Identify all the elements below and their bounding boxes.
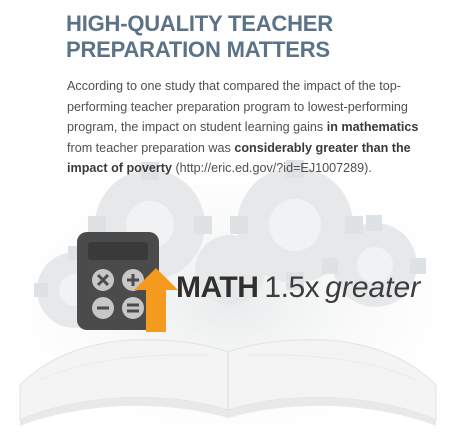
gears-icon	[0, 150, 452, 430]
open-book-icon	[19, 339, 437, 426]
stat-multiplier: 1.5x	[264, 271, 320, 304]
stat-subject: MATH	[176, 271, 259, 304]
paragraph-part-3: (http://eric.ed.gov/?id=EJ1007289).	[171, 161, 372, 175]
title-line-2: PREPARATION MATTERS	[66, 37, 330, 62]
paragraph-part-2: from teacher preparation was	[67, 140, 235, 155]
study-paragraph: According to one study that compared the…	[67, 76, 435, 179]
math-stat: MATH 1.5x greater	[176, 271, 420, 311]
page-title: HIGH-QUALITY TEACHER PREPARATION MATTERS	[66, 11, 426, 63]
paragraph-bold-math: in mathematics	[326, 120, 419, 134]
illustration	[0, 0, 452, 441]
stat-comparison: greater	[325, 271, 421, 304]
title-line-1: HIGH-QUALITY TEACHER	[66, 11, 333, 36]
